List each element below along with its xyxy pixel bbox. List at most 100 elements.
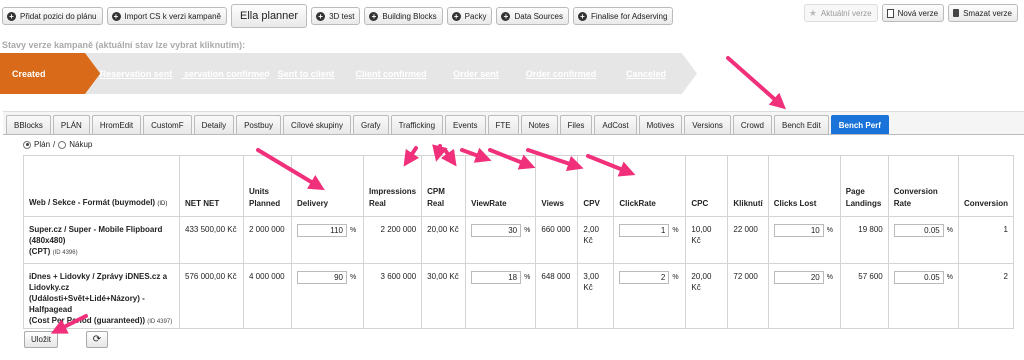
plus-icon: + [316,11,326,21]
tab-postbuy[interactable]: Postbuy [236,115,281,134]
tab-hromedit[interactable]: HromEdit [91,115,142,134]
table-row: iDnes + Lidovky / Zprávy iDNES.cz a Lido… [23,263,1014,329]
cell-clickrate: 2% [613,263,687,329]
position-name: Super.cz / Super - Mobile Flipboard (480… [29,225,163,245]
status-step-created[interactable]: Created [0,53,102,94]
clickrate-group: 2% [619,271,679,284]
conversion-value: 1 [1003,225,1008,234]
conversion-rate-input[interactable]: 0.05 [893,271,944,284]
clicks-value: 72 000 [733,272,758,281]
clicks-lost-input[interactable]: 20 [773,271,824,284]
cell-conversion-rate: 0.05% [887,216,959,264]
radio-plan[interactable] [23,140,31,149]
tab-motives[interactable]: Motives [638,115,683,134]
clickrate-input[interactable]: 1 [619,224,670,237]
add-position-button[interactable]: + Přidat pozici do plánu [2,7,103,25]
refresh-icon: ⟳ [92,334,102,345]
cell-viewrate: 30% [465,216,537,264]
tab-notes[interactable]: Notes [520,115,558,134]
col-name: Web / Sekce - Formát (buymodel) (ID) [23,155,180,217]
tab-grafy[interactable]: Grafy [353,115,389,134]
star-icon: ★ [808,7,817,18]
clickrate-input[interactable]: 2 [619,271,670,284]
delivery-group: 90% [297,271,356,284]
plus-icon: + [501,11,511,21]
data-sources-button[interactable]: + Data Sources [496,7,569,25]
radio-purchase[interactable] [58,140,67,149]
refresh-button[interactable]: ⟳ [86,331,108,348]
col-viewrate: ViewRate [465,155,537,217]
cell-views: 660 000 [535,216,579,264]
current-version-button[interactable]: ★ Aktuální verze [803,4,878,22]
tab-events[interactable]: Events [445,115,486,134]
3d-test-button[interactable]: +3D test [311,7,361,25]
cell-conversion: 2 [957,263,1014,329]
views-value: 648 000 [541,272,571,281]
new-version-button[interactable]: Nová verze [881,4,945,22]
building-blocks-button[interactable]: + Building Blocks [364,7,443,25]
clicks-lost-input[interactable]: 10 [773,224,824,237]
plus-icon: + [369,11,379,21]
radio-separator: / [53,140,56,149]
trash-icon [953,9,960,17]
cpv-value: 3,00 Kč [583,272,599,292]
units-planned-value: 4 000 000 [249,272,285,281]
save-button[interactable]: Uložit [24,331,59,348]
import-cs-button[interactable]: + Import CS k verzi kampaně [106,7,227,25]
viewrate-input[interactable]: 18 [471,271,522,284]
conversion-rate-group: 0.05% [893,271,953,284]
tab-fte[interactable]: FTE [487,115,519,134]
conversion-rate-input[interactable]: 0.05 [893,224,944,237]
cell-clickrate: 1% [613,216,687,264]
packy-button[interactable]: + Packy [446,7,493,25]
status-step-reservation-confirmed[interactable]: Reservation confirmed [170,53,272,94]
net-net-value: 433 500,00 Kč [185,225,237,234]
tab-cílové-skupiny[interactable]: Cílové skupiny [282,115,351,134]
plan-purchase-toggle: Plán / Nákup [23,140,92,149]
clickrate-group: 1% [619,224,679,237]
cell-units-planned: 4 000 000 [243,263,292,329]
cell-cpc: 20,00 Kč [685,263,729,329]
cell-conversion-rate: 0.05% [887,263,959,329]
finalise-button[interactable]: + Finalise for Adserving [572,7,674,25]
delete-version-button[interactable]: Smazat verze [948,4,1018,22]
plus-icon: + [451,11,461,21]
col-cpv: CPV [577,155,615,217]
cell-cpv: 2,00 Kč [577,216,615,264]
delivery-input[interactable]: 110 [297,224,347,237]
tab-versions[interactable]: Versions [684,115,731,134]
ella-planner-button[interactable]: Ella planner [230,4,308,28]
cpm-real-value: 20,00 Kč [427,225,459,234]
percent-label: % [350,227,357,234]
conversion-rate-group: 0.05% [893,224,953,237]
percent-label: % [524,274,531,281]
toolbar: + Přidat pozici do plánu + Import CS k ver… [2,4,674,28]
tab-bench-perf[interactable]: Bench Perf [830,115,889,134]
cell-impressions-real: 2 200 000 [362,216,423,264]
cell-impressions-real: 3 600 000 [362,263,423,329]
tab-plán[interactable]: PLÁN [52,115,90,134]
tab-adcost[interactable]: AdCost [594,115,637,134]
tab-files[interactable]: Files [559,115,593,134]
impressions-real-value: 2 200 000 [380,225,417,234]
status-step-reservation-sent[interactable]: Reservation sent [85,53,187,94]
tab-crowd[interactable]: Crowd [732,115,773,134]
percent-label: % [826,227,833,234]
tab-bar: BBlocks PLÁN HromEdit CustomF Detaily Postbuy… [3,111,1024,135]
conversion-value: 2 [1003,272,1008,281]
cell-clicks-lost: 10% [767,216,841,264]
col-net-net: NET NET [179,155,244,217]
percent-label: % [826,274,833,281]
tab-customf[interactable]: CustomF [143,115,192,134]
viewrate-group: 18% [471,271,530,284]
bench-perf-table: Web / Sekce - Formát (buymodel) (ID) NET… [23,155,1014,329]
tab-bench-edit[interactable]: Bench Edit [774,115,829,134]
delivery-input[interactable]: 90 [297,271,347,284]
tab-bblocks[interactable]: BBlocks [6,115,51,134]
page-landings-value: 19 800 [858,225,883,234]
cell-cpc: 10,00 Kč [685,216,729,264]
tab-detaily[interactable]: Detaily [193,115,235,134]
document-icon [886,8,894,18]
viewrate-input[interactable]: 30 [471,224,522,237]
tab-trafficking[interactable]: Trafficking [390,115,444,134]
